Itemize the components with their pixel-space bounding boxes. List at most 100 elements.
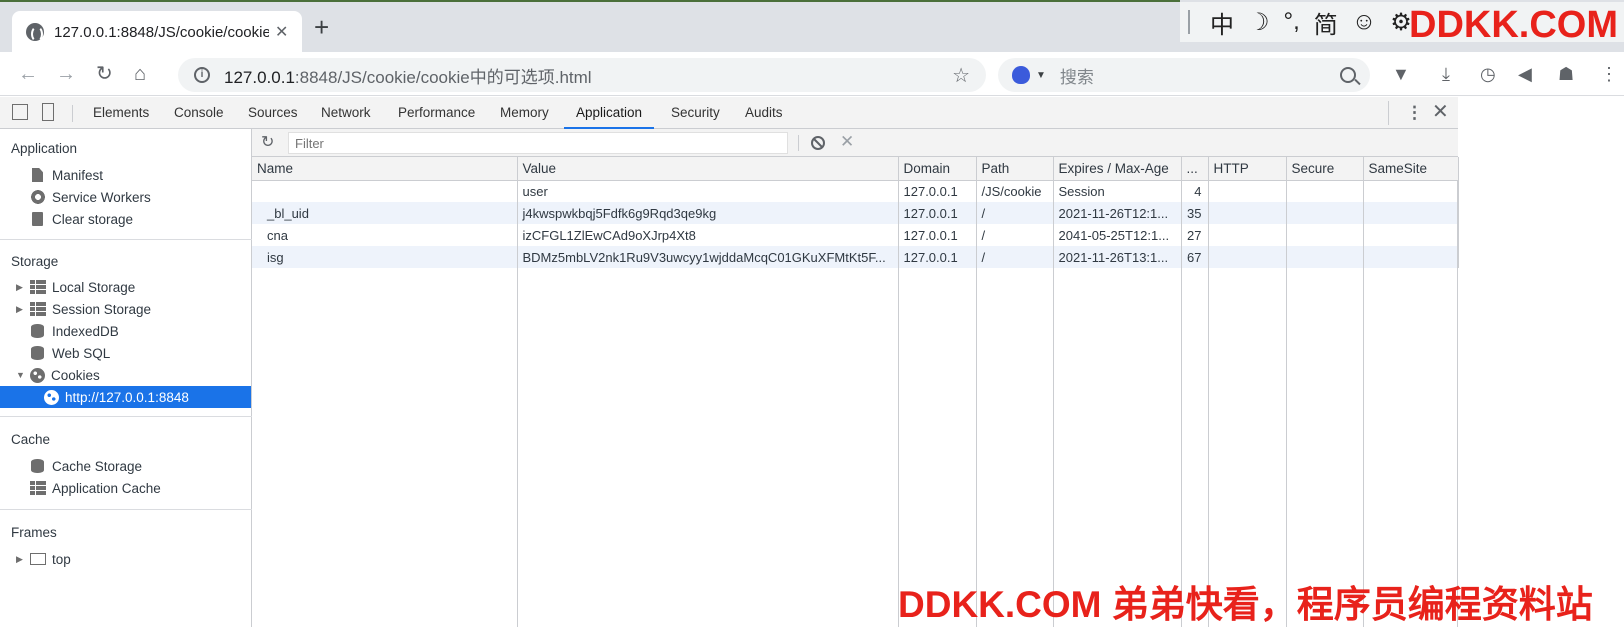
sidebar-item-manifest[interactable]: Manifest — [0, 164, 251, 186]
ime-drag-handle[interactable] — [1188, 10, 1190, 34]
info-icon[interactable]: i — [194, 67, 210, 83]
collapse-arrow-icon[interactable]: ▼ — [0, 370, 30, 380]
bookmark-star-icon[interactable]: ☆ — [952, 63, 970, 88]
filter-input[interactable] — [288, 132, 788, 154]
cell-value[interactable]: izCFGL1ZlEwCAd9oXJrp4Xt8 — [517, 224, 899, 246]
cell-expires[interactable]: 2041-05-25T12:1... — [1053, 224, 1182, 246]
incognito-icon[interactable]: ☗ — [1558, 64, 1574, 84]
sidebar-item-cache-storage[interactable]: Cache Storage — [0, 455, 251, 477]
cell-name[interactable]: cna — [252, 224, 518, 246]
column-header-secure[interactable]: Secure — [1286, 157, 1364, 181]
cell-domain[interactable]: 127.0.0.1 — [898, 202, 977, 224]
sidebar-item-session-storage[interactable]: ▶ Session Storage — [0, 298, 251, 320]
sidebar-item-web-sql[interactable]: Web SQL — [0, 342, 251, 364]
sidebar-item-local-storage[interactable]: ▶ Local Storage — [0, 276, 251, 298]
search-icon[interactable] — [1340, 67, 1356, 83]
cell-http[interactable] — [1208, 180, 1287, 202]
download-icon[interactable]: ⤓ — [1442, 64, 1450, 84]
cell-samesite[interactable] — [1363, 180, 1459, 202]
cell-samesite[interactable] — [1363, 202, 1459, 224]
column-header-http[interactable]: HTTP — [1208, 157, 1287, 181]
cell-expires[interactable]: 2021-11-26T12:1... — [1053, 202, 1182, 224]
sidebar-item-indexeddb[interactable]: IndexedDB — [0, 320, 251, 342]
tab-memory[interactable]: Memory — [500, 97, 549, 129]
ime-simplified-mode[interactable]: 简 — [1314, 5, 1338, 40]
clear-all-icon[interactable] — [811, 136, 825, 150]
url-text[interactable]: 127.0.0.1:8848/JS/cookie/cookie中的可选项.htm… — [224, 63, 952, 88]
back-icon[interactable]: ← — [18, 62, 38, 86]
tab-performance[interactable]: Performance — [398, 97, 475, 129]
cell-secure[interactable] — [1286, 180, 1364, 202]
more-options-icon[interactable]: ⋮ — [1406, 103, 1423, 123]
tab-audits[interactable]: Audits — [745, 97, 783, 129]
expand-arrow-icon[interactable]: ▶ — [0, 554, 30, 565]
cell-value[interactable]: user — [517, 180, 899, 202]
ime-emoji-icon[interactable]: ☺ — [1352, 8, 1377, 36]
cell-expires[interactable]: Session — [1053, 180, 1182, 202]
cell-path[interactable]: / — [976, 224, 1054, 246]
search-placeholder[interactable]: 搜索 — [1060, 63, 1340, 88]
expand-arrow-icon[interactable]: ▶ — [0, 282, 30, 293]
tab-console[interactable]: Console — [174, 97, 224, 129]
ime-chinese-mode[interactable]: 中 — [1210, 5, 1234, 40]
cell-name[interactable]: isg — [252, 246, 518, 268]
cell-domain[interactable]: 127.0.0.1 — [898, 180, 977, 202]
browser-tab[interactable]: 127.0.0.1:8848/JS/cookie/cookie中的可选项.htm… — [12, 11, 302, 52]
cell-name[interactable] — [252, 180, 518, 202]
column-header-samesite[interactable]: SameSite — [1363, 157, 1459, 181]
table-row[interactable]: user 127.0.0.1 /JS/cookie Session 4 — [252, 180, 1459, 202]
delete-selected-icon[interactable]: ✕ — [840, 132, 854, 152]
cell-size[interactable]: 4 — [1181, 180, 1209, 202]
reload-icon[interactable]: ↻ — [96, 62, 113, 86]
cell-expires[interactable]: 2021-11-26T13:1... — [1053, 246, 1182, 268]
cell-path[interactable]: / — [976, 202, 1054, 224]
baidu-paw-icon[interactable] — [1012, 66, 1030, 84]
refresh-icon[interactable]: ↻ — [261, 134, 274, 152]
volume-icon[interactable]: ◀ — [1518, 64, 1532, 84]
sidebar-item-cookies[interactable]: ▼ Cookies — [0, 364, 251, 386]
cell-name[interactable]: _bl_uid — [252, 202, 518, 224]
cell-samesite[interactable] — [1363, 246, 1459, 268]
chevron-down-icon[interactable]: ▼ — [1036, 70, 1046, 81]
cell-secure[interactable] — [1286, 202, 1364, 224]
sidebar-item-clear-storage[interactable]: Clear storage — [0, 208, 251, 230]
cell-http[interactable] — [1208, 246, 1287, 268]
cell-domain[interactable]: 127.0.0.1 — [898, 246, 977, 268]
column-header-value[interactable]: Value — [517, 157, 899, 181]
sidebar-item-application-cache[interactable]: Application Cache — [0, 477, 251, 499]
table-row[interactable]: _bl_uid j4kwspwkbqj5Fdfk6g9Rqd3qe9kg 127… — [252, 202, 1459, 224]
new-tab-button[interactable]: + — [314, 14, 329, 40]
column-header-path[interactable]: Path — [976, 157, 1054, 181]
search-box[interactable]: ▼ 搜索 — [998, 58, 1370, 92]
cell-samesite[interactable] — [1363, 224, 1459, 246]
ime-halfwidth-icon[interactable]: ☽ — [1248, 8, 1270, 37]
cell-http[interactable] — [1208, 202, 1287, 224]
tab-application[interactable]: Application — [563, 97, 655, 129]
cell-size[interactable]: 67 — [1181, 246, 1209, 268]
cell-secure[interactable] — [1286, 224, 1364, 246]
clock-icon[interactable]: ◷ — [1480, 64, 1496, 84]
table-row[interactable]: cna izCFGL1ZlEwCAd9oXJrp4Xt8 127.0.0.1 /… — [252, 224, 1459, 246]
cell-http[interactable] — [1208, 224, 1287, 246]
device-toolbar-icon[interactable] — [42, 103, 54, 121]
cell-size[interactable]: 35 — [1181, 202, 1209, 224]
column-header-expires[interactable]: Expires / Max-Age — [1053, 157, 1182, 181]
column-header-domain[interactable]: Domain — [898, 157, 977, 181]
tab-network[interactable]: Network — [321, 97, 371, 129]
expand-arrow-icon[interactable]: ▶ — [0, 304, 30, 315]
sidebar-item-service-workers[interactable]: Service Workers — [0, 186, 251, 208]
menu-icon[interactable]: ⋮ — [1600, 64, 1618, 84]
extension-v-icon[interactable]: ▼ — [1392, 64, 1410, 84]
tab-elements[interactable]: Elements — [93, 97, 149, 129]
address-bar[interactable]: i 127.0.0.1:8848/JS/cookie/cookie中的可选项.h… — [178, 58, 986, 92]
cell-path[interactable]: / — [976, 246, 1054, 268]
sidebar-item-cookie-origin[interactable]: http://127.0.0.1:8848 — [0, 386, 251, 408]
tab-sources[interactable]: Sources — [248, 97, 298, 129]
column-header-name[interactable]: Name — [252, 157, 518, 181]
home-icon[interactable]: ⌂ — [134, 62, 146, 86]
cell-value[interactable]: j4kwspwkbqj5Fdfk6g9Rqd3qe9kg — [517, 202, 899, 224]
forward-icon[interactable]: → — [56, 62, 76, 86]
cell-secure[interactable] — [1286, 246, 1364, 268]
inspect-element-icon[interactable] — [12, 104, 28, 120]
cell-value[interactable]: BDMz5mbLV2nk1Ru9V3uwcyy1wjddaMcqC01GKuXF… — [517, 246, 899, 268]
